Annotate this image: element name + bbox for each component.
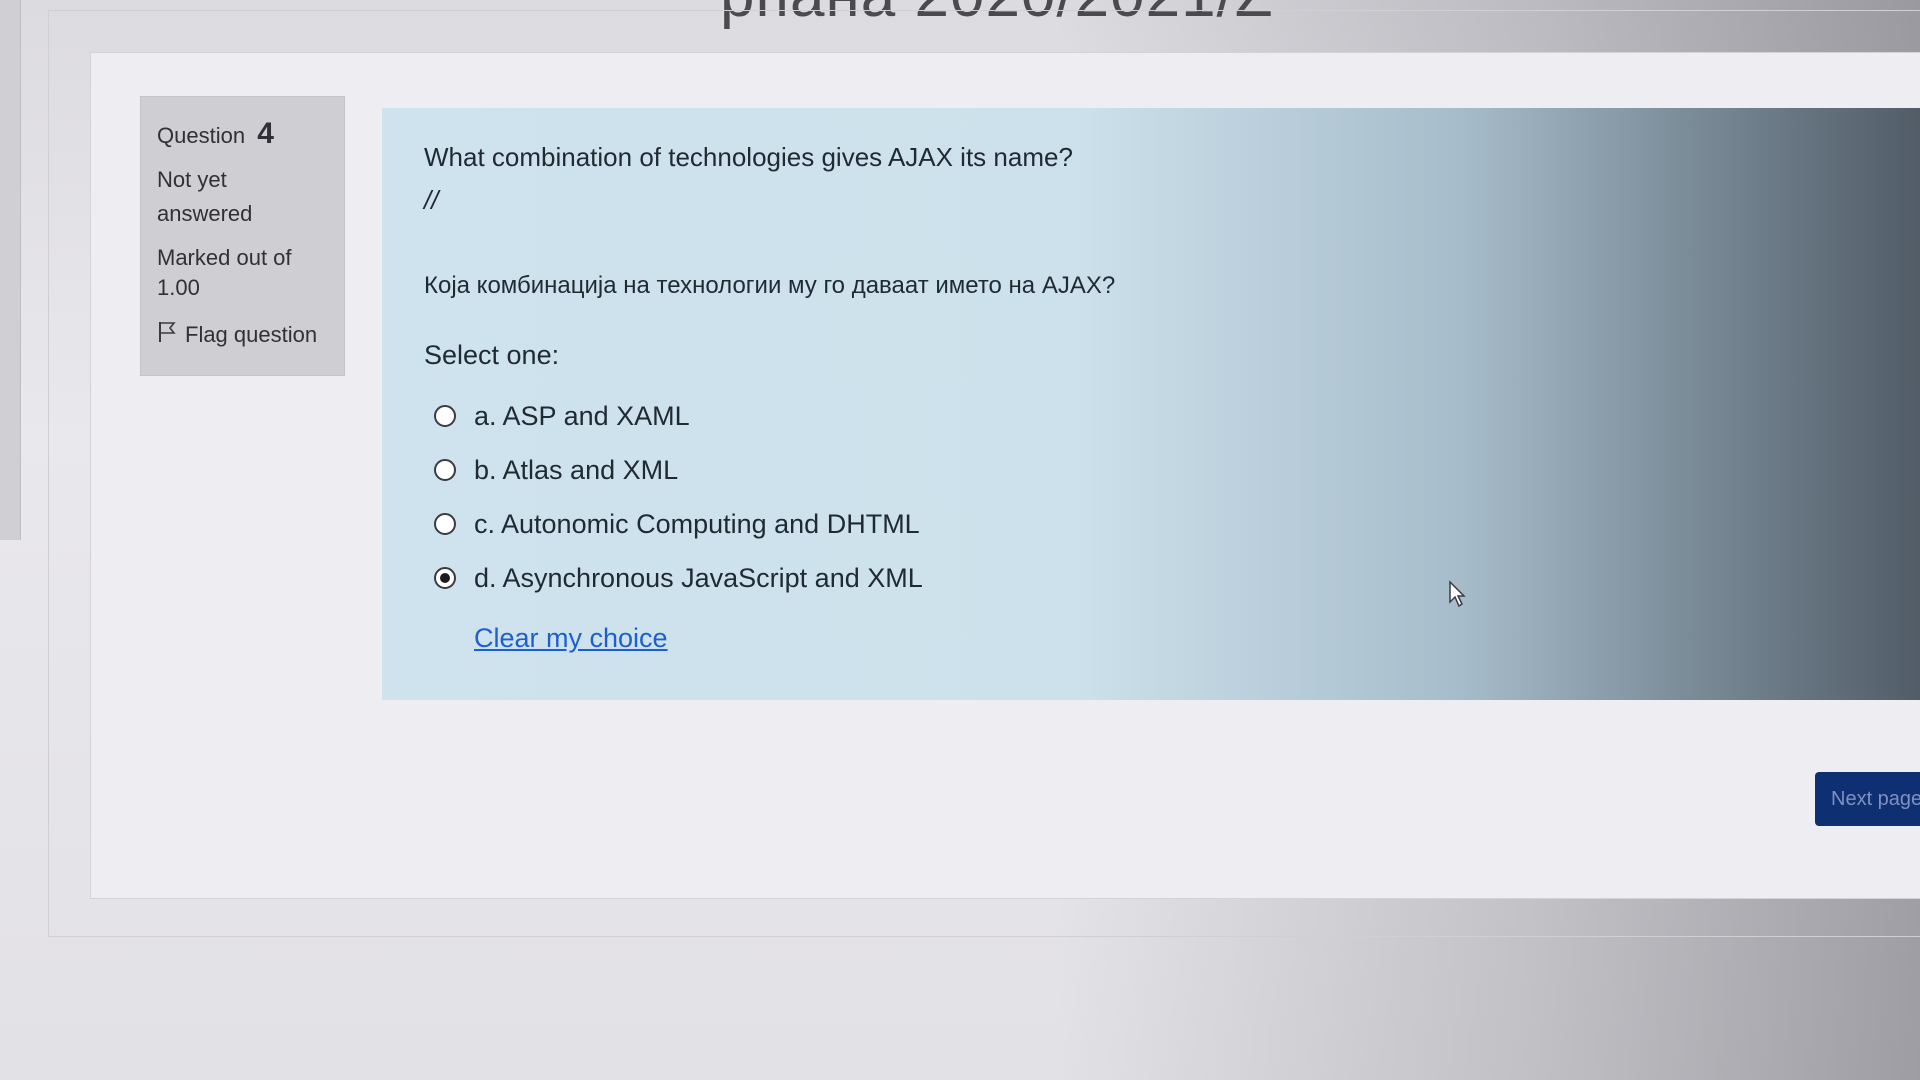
radio-button-b[interactable] (434, 459, 456, 481)
question-text-english: What combination of technologies gives A… (424, 142, 1073, 172)
left-drawer-edge (0, 0, 21, 540)
question-text-macedonian: Која комбинација на технологии му го дав… (424, 272, 1116, 299)
question-text-separator: // (424, 185, 439, 215)
radio-button-a[interactable] (434, 405, 456, 427)
answer-label-a: a. ASP and XAML (474, 400, 690, 431)
answer-option-c[interactable]: c. Autonomic Computing and DHTML (424, 497, 1880, 551)
flag-question-label: Flag question (185, 322, 318, 347)
answer-option-b[interactable]: b. Atlas and XML (424, 443, 1880, 497)
answer-option-d[interactable]: d. Asynchronous JavaScript and XML (424, 551, 1880, 605)
flag-question-button[interactable]: Flag question (157, 321, 328, 349)
question-info-panel: Question 4 Not yet answered Marked out o… (140, 96, 345, 376)
answer-label-c: c. Autonomic Computing and DHTML (474, 508, 920, 539)
question-number-value: 4 (257, 117, 274, 150)
question-state: Not yet answered (157, 167, 253, 226)
answer-label-d: d. Asynchronous JavaScript and XML (474, 562, 923, 593)
radio-button-c[interactable] (434, 513, 456, 535)
question-number: Question 4 (157, 117, 328, 151)
answer-option-a[interactable]: a. ASP and XAML (424, 389, 1880, 443)
question-label: Question (157, 123, 246, 148)
mouse-pointer-icon (1449, 580, 1466, 608)
radio-button-d[interactable] (434, 567, 456, 589)
answer-options: a. ASP and XAML b. Atlas and XML c. Auto… (424, 389, 1880, 605)
answer-label-b: b. Atlas and XML (474, 454, 679, 485)
flag-icon (157, 321, 177, 349)
question-grade: Marked out of 1.00 (157, 245, 292, 300)
clear-choice-link[interactable]: Clear my choice (474, 623, 668, 654)
next-page-button[interactable]: Next page (1815, 772, 1920, 826)
question-content: What combination of technologies gives A… (382, 108, 1920, 700)
select-prompt: Select one: (424, 340, 560, 370)
